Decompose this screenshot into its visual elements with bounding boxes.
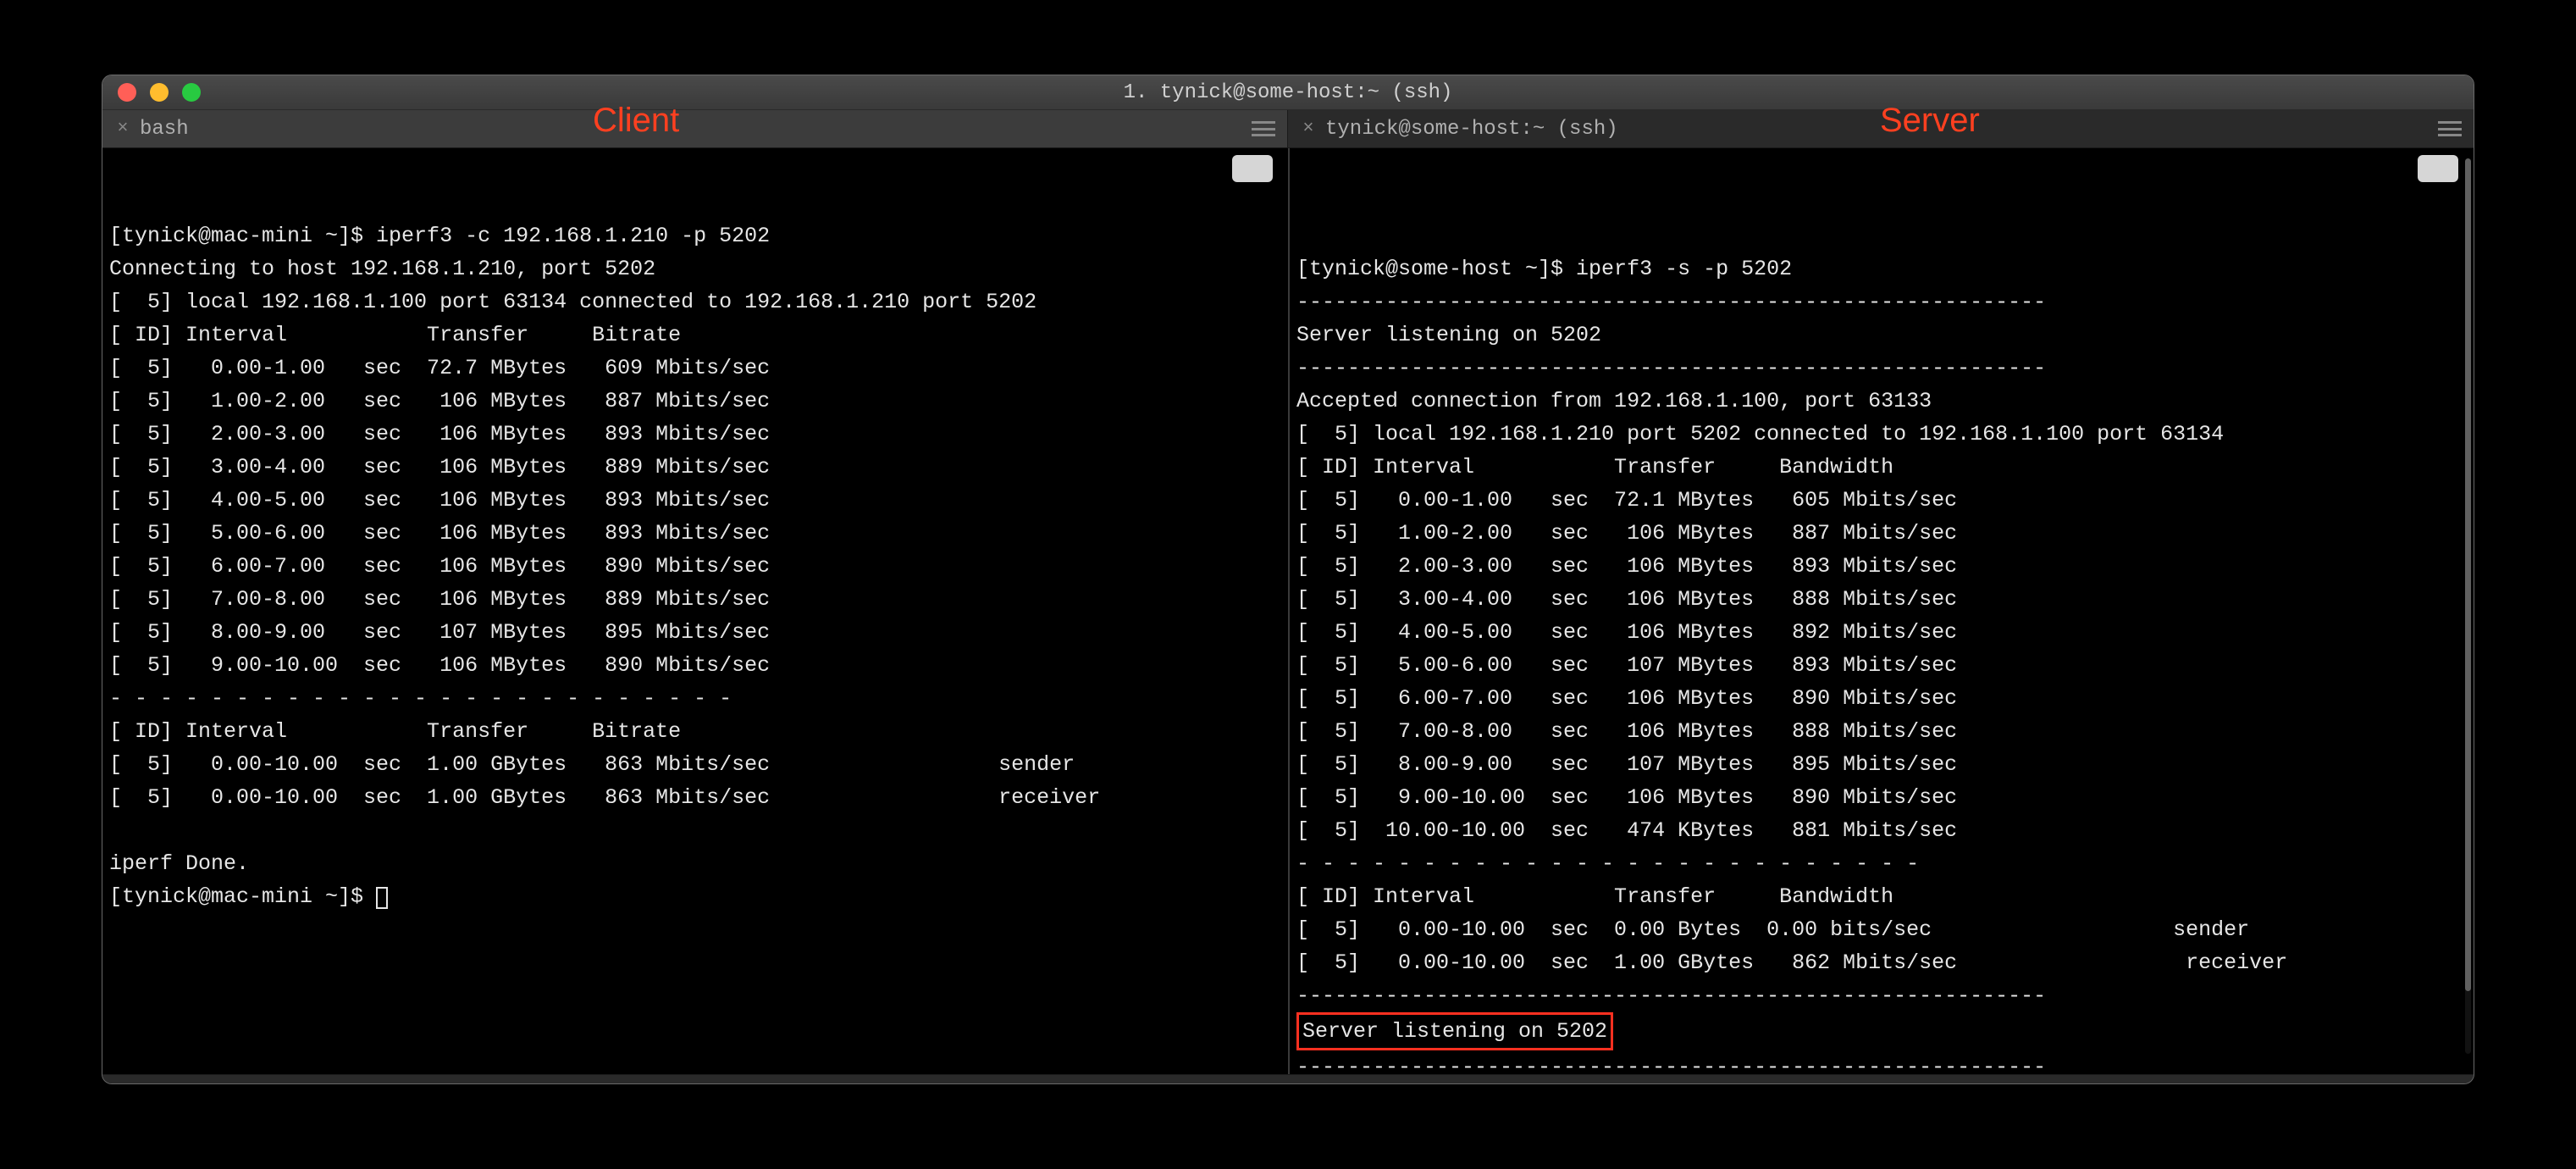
table-row: [ 5] 10.00-10.00 sec 474 KBytes 881 Mbit… (1296, 818, 1957, 843)
table-row: [ 5] 9.00-10.00 sec 106 MBytes 890 Mbits… (109, 653, 770, 678)
client-summary-header: [ ID] Interval Transfer Bitrate (109, 719, 681, 744)
table-row: [ 5] 3.00-4.00 sec 106 MBytes 889 Mbits/… (109, 455, 770, 479)
server-listening-line: Server listening on 5202 (1302, 1019, 1607, 1044)
vertical-scrollbar[interactable] (2465, 158, 2471, 1054)
client-local-line: [ 5] local 192.168.1.100 port 63134 conn… (109, 290, 1036, 314)
table-row: [ 5] 8.00-9.00 sec 107 MBytes 895 Mbits/… (109, 620, 770, 645)
table-row: [ 5] 1.00-2.00 sec 106 MBytes 887 Mbits/… (109, 389, 770, 413)
table-row: [ 5] 7.00-8.00 sec 106 MBytes 889 Mbits/… (109, 587, 770, 612)
scroll-indicator-icon (2418, 155, 2458, 182)
client-header-line: [ ID] Interval Transfer Bitrate (109, 323, 681, 347)
client-prompt-idle: [tynick@mac-mini ~]$ (109, 884, 376, 909)
server-summary-sender: [ 5] 0.00-10.00 sec 0.00 Bytes 0.00 bits… (1296, 917, 2249, 942)
close-window-button[interactable] (118, 83, 136, 102)
tab-left-label: bash (140, 118, 189, 141)
window-footer (102, 1074, 2474, 1083)
table-row: [ 5] 1.00-2.00 sec 106 MBytes 887 Mbits/… (1296, 521, 1957, 546)
left-terminal-pane[interactable]: [tynick@mac-mini ~]$ iperf3 -c 192.168.1… (102, 148, 1288, 1074)
client-summary-receiver: [ 5] 0.00-10.00 sec 1.00 GBytes 863 Mbit… (109, 785, 1100, 810)
server-local-line: [ 5] local 192.168.1.210 port 5202 conne… (1296, 422, 2224, 446)
table-row: [ 5] 2.00-3.00 sec 106 MBytes 893 Mbits/… (109, 422, 770, 446)
separator-line: - - - - - - - - - - - - - - - - - - - - … (109, 686, 732, 711)
table-row: [ 5] 6.00-7.00 sec 106 MBytes 890 Mbits/… (1296, 686, 1957, 711)
table-row: [ 5] 7.00-8.00 sec 106 MBytes 888 Mbits/… (1296, 719, 1957, 744)
table-row: [ 5] 0.00-1.00 sec 72.1 MBytes 605 Mbits… (1296, 488, 1957, 512)
table-row: [ 5] 6.00-7.00 sec 106 MBytes 890 Mbits/… (109, 554, 770, 579)
content-area: [tynick@mac-mini ~]$ iperf3 -c 192.168.1… (102, 148, 2474, 1074)
server-listening-line: Server listening on 5202 (1296, 323, 1601, 347)
server-prompt-line: [tynick@some-host ~]$ iperf3 -s -p 5202 (1296, 257, 1792, 281)
server-header-line: [ ID] Interval Transfer Bandwidth (1296, 455, 1893, 479)
traffic-lights (102, 83, 201, 102)
terminal-window: 1. tynick@some-host:~ (ssh) × bash × tyn… (102, 75, 2474, 1084)
table-row: [ 5] 0.00-1.00 sec 72.7 MBytes 609 Mbits… (109, 356, 770, 380)
tab-bar: × bash × tynick@some-host:~ (ssh) (102, 110, 2474, 148)
tab-right-label: tynick@some-host:~ (ssh) (1325, 118, 1618, 141)
table-row: [ 5] 3.00-4.00 sec 106 MBytes 888 Mbits/… (1296, 587, 1957, 612)
close-tab-icon[interactable]: × (1300, 119, 1317, 138)
cursor-icon (376, 887, 388, 909)
server-summary-header: [ ID] Interval Transfer Bandwidth (1296, 884, 1893, 909)
separator-line: - - - - - - - - - - - - - - - - - - - - … (1296, 851, 1919, 876)
separator-line: ----------------------------------------… (1296, 983, 2046, 1008)
right-terminal-pane[interactable]: [tynick@some-host ~]$ iperf3 -s -p 5202 … (1288, 148, 2474, 1074)
tab-left[interactable]: × bash (102, 110, 1288, 147)
tab-menu-icon[interactable] (2438, 121, 2462, 136)
window-titlebar: 1. tynick@some-host:~ (ssh) (102, 75, 2474, 110)
minimize-window-button[interactable] (150, 83, 169, 102)
server-accepted-line: Accepted connection from 192.168.1.100, … (1296, 389, 1932, 413)
scroll-indicator-icon (1232, 155, 1273, 182)
table-row: [ 5] 2.00-3.00 sec 106 MBytes 893 Mbits/… (1296, 554, 1957, 579)
client-done-line: iperf Done. (109, 851, 249, 876)
separator-line: ----------------------------------------… (1296, 356, 2046, 380)
client-connecting-line: Connecting to host 192.168.1.210, port 5… (109, 257, 655, 281)
separator-line: ----------------------------------------… (1296, 1055, 2046, 1074)
table-row: [ 5] 4.00-5.00 sec 106 MBytes 892 Mbits/… (1296, 620, 1957, 645)
table-row: [ 5] 4.00-5.00 sec 106 MBytes 893 Mbits/… (109, 488, 770, 512)
client-summary-sender: [ 5] 0.00-10.00 sec 1.00 GBytes 863 Mbit… (109, 752, 1075, 777)
tab-right[interactable]: × tynick@some-host:~ (ssh) (1288, 110, 2474, 147)
server-listening-highlight: Server listening on 5202 (1296, 1012, 1613, 1050)
separator-line: ----------------------------------------… (1296, 290, 2046, 314)
close-tab-icon[interactable]: × (114, 119, 131, 138)
table-row: [ 5] 5.00-6.00 sec 106 MBytes 893 Mbits/… (109, 521, 770, 546)
table-row: [ 5] 5.00-6.00 sec 107 MBytes 893 Mbits/… (1296, 653, 1957, 678)
scrollbar-thumb[interactable] (2465, 158, 2471, 991)
tab-menu-icon[interactable] (1252, 121, 1275, 136)
maximize-window-button[interactable] (182, 83, 201, 102)
client-prompt-line: [tynick@mac-mini ~]$ iperf3 -c 192.168.1… (109, 224, 770, 248)
table-row: [ 5] 8.00-9.00 sec 107 MBytes 895 Mbits/… (1296, 752, 1957, 777)
table-row: [ 5] 9.00-10.00 sec 106 MBytes 890 Mbits… (1296, 785, 1957, 810)
server-summary-receiver: [ 5] 0.00-10.00 sec 1.00 GBytes 862 Mbit… (1296, 950, 2287, 975)
window-title: 1. tynick@some-host:~ (ssh) (102, 81, 2474, 104)
